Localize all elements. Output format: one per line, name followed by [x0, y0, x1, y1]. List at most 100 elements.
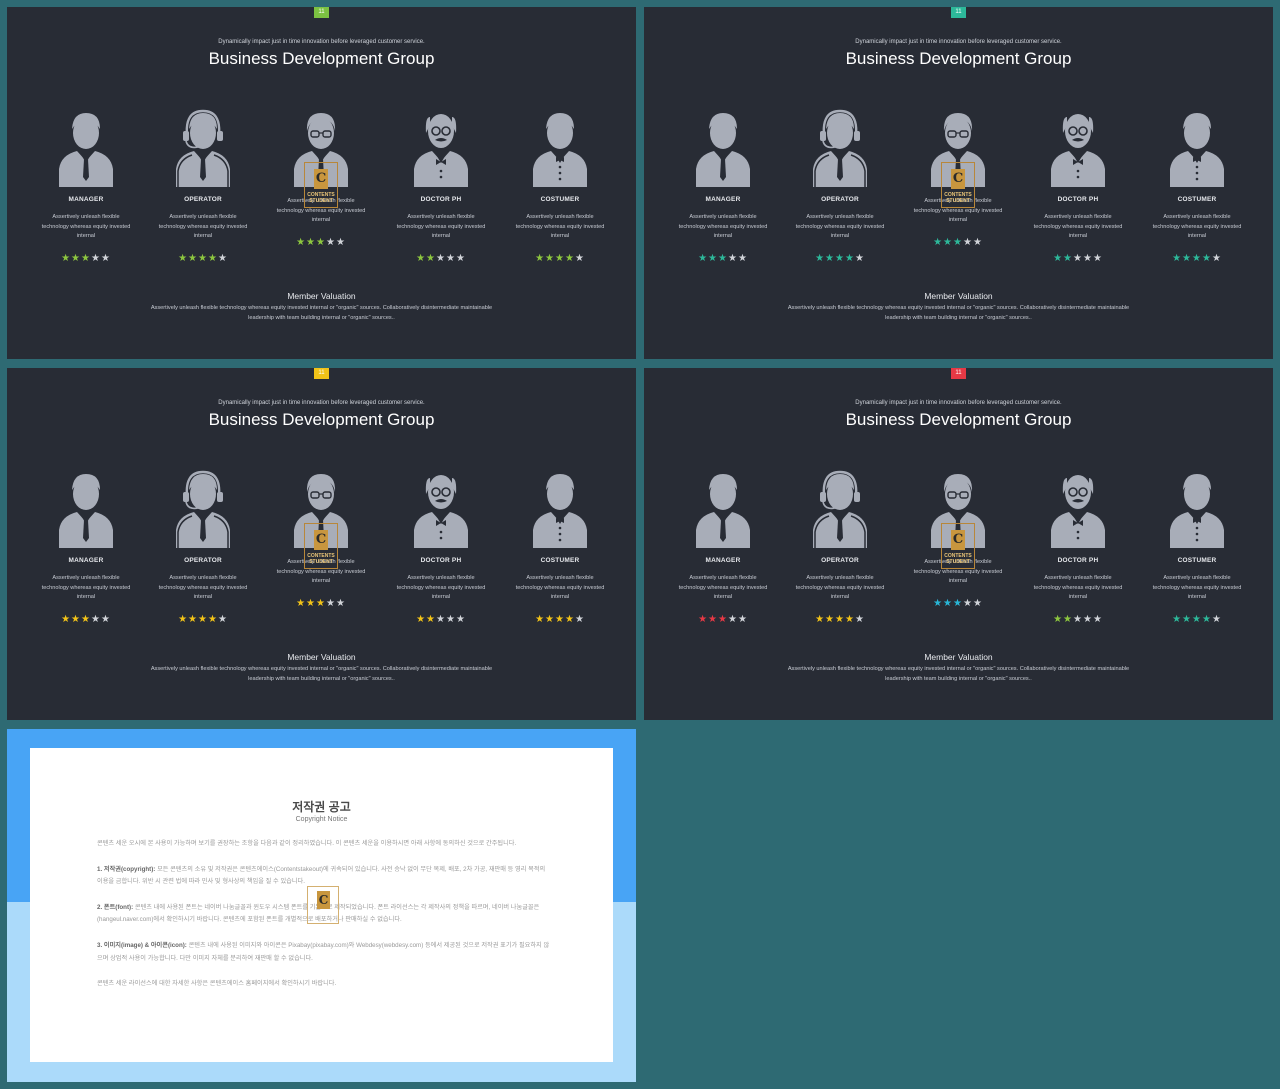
star-filled-icon: ★: [178, 613, 189, 625]
slide-thumbnail-2[interactable]: 11 Dynamically impact just in time innova…: [644, 7, 1273, 359]
member-role: COSTUMER: [540, 557, 580, 564]
star-filled-icon: ★: [555, 252, 565, 264]
star-filled-icon: ★: [1192, 613, 1202, 625]
star-filled-icon: ★: [1063, 613, 1074, 625]
slide-thumbnail-1[interactable]: 11 Dynamically impact just in time innova…: [7, 7, 636, 359]
member-description: Assertively unleash flexible technology …: [158, 575, 248, 601]
member-role: OPERATOR: [184, 196, 222, 203]
operator-avatar-icon: [785, 107, 895, 187]
star-filled-icon: ★: [953, 597, 963, 609]
star-empty-icon: ★: [217, 252, 228, 264]
star-filled-icon: ★: [198, 613, 208, 625]
member-role: COSTUMER: [1177, 557, 1217, 564]
stamp-text: CONTENTS STUDENT: [307, 553, 335, 565]
slide-subtitle: Dynamically impact just in time innovati…: [855, 39, 1062, 45]
member-card: DOCTOR PH Assertively unleash flexible t…: [1023, 468, 1133, 638]
star-empty-icon: ★: [727, 252, 738, 264]
member-rating: ★★★★★: [386, 252, 496, 264]
star-filled-icon: ★: [416, 252, 427, 264]
stamp-logo-icon: C: [317, 891, 330, 909]
member-card: OPERATOR Assertively unleash flexible te…: [148, 107, 258, 277]
slide-thumbnail-3[interactable]: 11 Dynamically impact just in time innova…: [7, 368, 636, 720]
notice-section-heading: 1. 저작권(copyright):: [97, 865, 156, 873]
star-empty-icon: ★: [737, 613, 748, 625]
stamp-logo-icon: C: [314, 169, 328, 189]
footer-title: Member Valuation: [924, 652, 993, 662]
member-description: Assertively unleash flexible technology …: [1033, 575, 1123, 601]
member-description: Assertively unleash flexible technology …: [1033, 214, 1123, 240]
star-empty-icon: ★: [1092, 252, 1103, 264]
star-filled-icon: ★: [564, 252, 575, 264]
footer-text: Assertively unleash flexible technology …: [787, 305, 1130, 321]
star-filled-icon: ★: [545, 613, 556, 625]
customer-avatar-icon: [1142, 107, 1252, 187]
notice-section-copyright: 1. 저작권(copyright): 모든 콘텐츠의 소유 및 저작권은 콘텐츠…: [97, 864, 550, 889]
member-description: Assertively unleash flexible technology …: [396, 214, 486, 240]
member-card: DOCTOR PH Assertively unleash flexible t…: [1023, 107, 1133, 277]
member-role: DOCTOR PH: [1057, 196, 1099, 203]
star-empty-icon: ★: [1092, 613, 1103, 625]
manager-avatar-icon: [31, 107, 141, 187]
member-role: OPERATOR: [821, 557, 859, 564]
star-filled-icon: ★: [198, 252, 208, 264]
member-description: Assertively unleash flexible technology …: [158, 214, 248, 240]
member-role: MANAGER: [68, 196, 104, 203]
footer-text: Assertively unleash flexible technology …: [787, 666, 1130, 682]
member-card: COSTUMER Assertively unleash flexible te…: [505, 107, 615, 277]
member-rating: ★★★★★: [668, 252, 778, 264]
star-empty-icon: ★: [737, 252, 748, 264]
doctor-avatar-icon: [1023, 468, 1133, 548]
watermark-stamp: C CONTENTS STUDENT: [941, 523, 975, 569]
manager-avatar-icon: [31, 468, 141, 548]
watermark-stamp: C CONTENTS STUDENT: [304, 162, 338, 208]
page-number-badge: 11: [314, 368, 329, 379]
stamp-logo-icon: C: [951, 169, 965, 189]
slide-thumbnail-copyright[interactable]: 저작권 공고 Copyright Notice 콘텐츠 세운 오시에 본 사용이…: [7, 729, 636, 1082]
customer-avatar-icon: [505, 107, 615, 187]
star-filled-icon: ★: [1053, 613, 1064, 625]
star-filled-icon: ★: [1182, 252, 1193, 264]
star-filled-icon: ★: [296, 597, 307, 609]
notice-title: 저작권 공고: [292, 800, 351, 814]
star-empty-icon: ★: [574, 252, 585, 264]
star-filled-icon: ★: [708, 252, 719, 264]
star-empty-icon: ★: [90, 252, 101, 264]
star-filled-icon: ★: [825, 252, 836, 264]
member-card: MANAGER Assertively unleash flexible tec…: [31, 468, 141, 638]
star-filled-icon: ★: [296, 236, 307, 248]
star-filled-icon: ★: [943, 597, 954, 609]
slide-title: Business Development Group: [208, 410, 435, 429]
star-filled-icon: ★: [306, 236, 317, 248]
member-role: MANAGER: [68, 557, 104, 564]
member-rating: ★★★★★: [386, 613, 496, 625]
slide-title: Business Development Group: [845, 410, 1072, 429]
member-rating: ★★★★★: [148, 613, 258, 625]
member-role: DOCTOR PH: [420, 557, 462, 564]
member-card: OPERATOR Assertively unleash flexible te…: [148, 468, 258, 638]
slide-subtitle: Dynamically impact just in time innovati…: [855, 400, 1062, 406]
member-description: Assertively unleash flexible technology …: [1152, 575, 1242, 601]
member-rating: ★★★★★: [668, 613, 778, 625]
member-role: OPERATOR: [821, 196, 859, 203]
member-description: Assertively unleash flexible technology …: [795, 575, 885, 601]
star-empty-icon: ★: [335, 236, 346, 248]
star-empty-icon: ★: [854, 613, 865, 625]
star-empty-icon: ★: [445, 613, 456, 625]
member-rating: ★★★★★: [785, 613, 895, 625]
star-filled-icon: ★: [933, 597, 944, 609]
member-rating: ★★★★★: [785, 252, 895, 264]
member-card: COSTUMER Assertively unleash flexible te…: [505, 468, 615, 638]
notice-card: 저작권 공고 Copyright Notice 콘텐츠 세운 오시에 본 사용이…: [30, 748, 613, 1062]
member-description: Assertively unleash flexible technology …: [41, 575, 131, 601]
watermark-stamp: C: [307, 886, 339, 924]
member-rating: ★★★★★: [266, 597, 376, 609]
slide-title: Business Development Group: [845, 49, 1072, 68]
slide-thumbnail-4[interactable]: 11 Dynamically impact just in time innova…: [644, 368, 1273, 720]
footer-text: Assertively unleash flexible technology …: [150, 666, 493, 682]
member-description: Assertively unleash flexible technology …: [795, 214, 885, 240]
member-card: MANAGER Assertively unleash flexible tec…: [668, 468, 778, 638]
star-filled-icon: ★: [316, 236, 326, 248]
star-empty-icon: ★: [1073, 613, 1083, 625]
star-filled-icon: ★: [545, 252, 556, 264]
star-filled-icon: ★: [698, 613, 709, 625]
